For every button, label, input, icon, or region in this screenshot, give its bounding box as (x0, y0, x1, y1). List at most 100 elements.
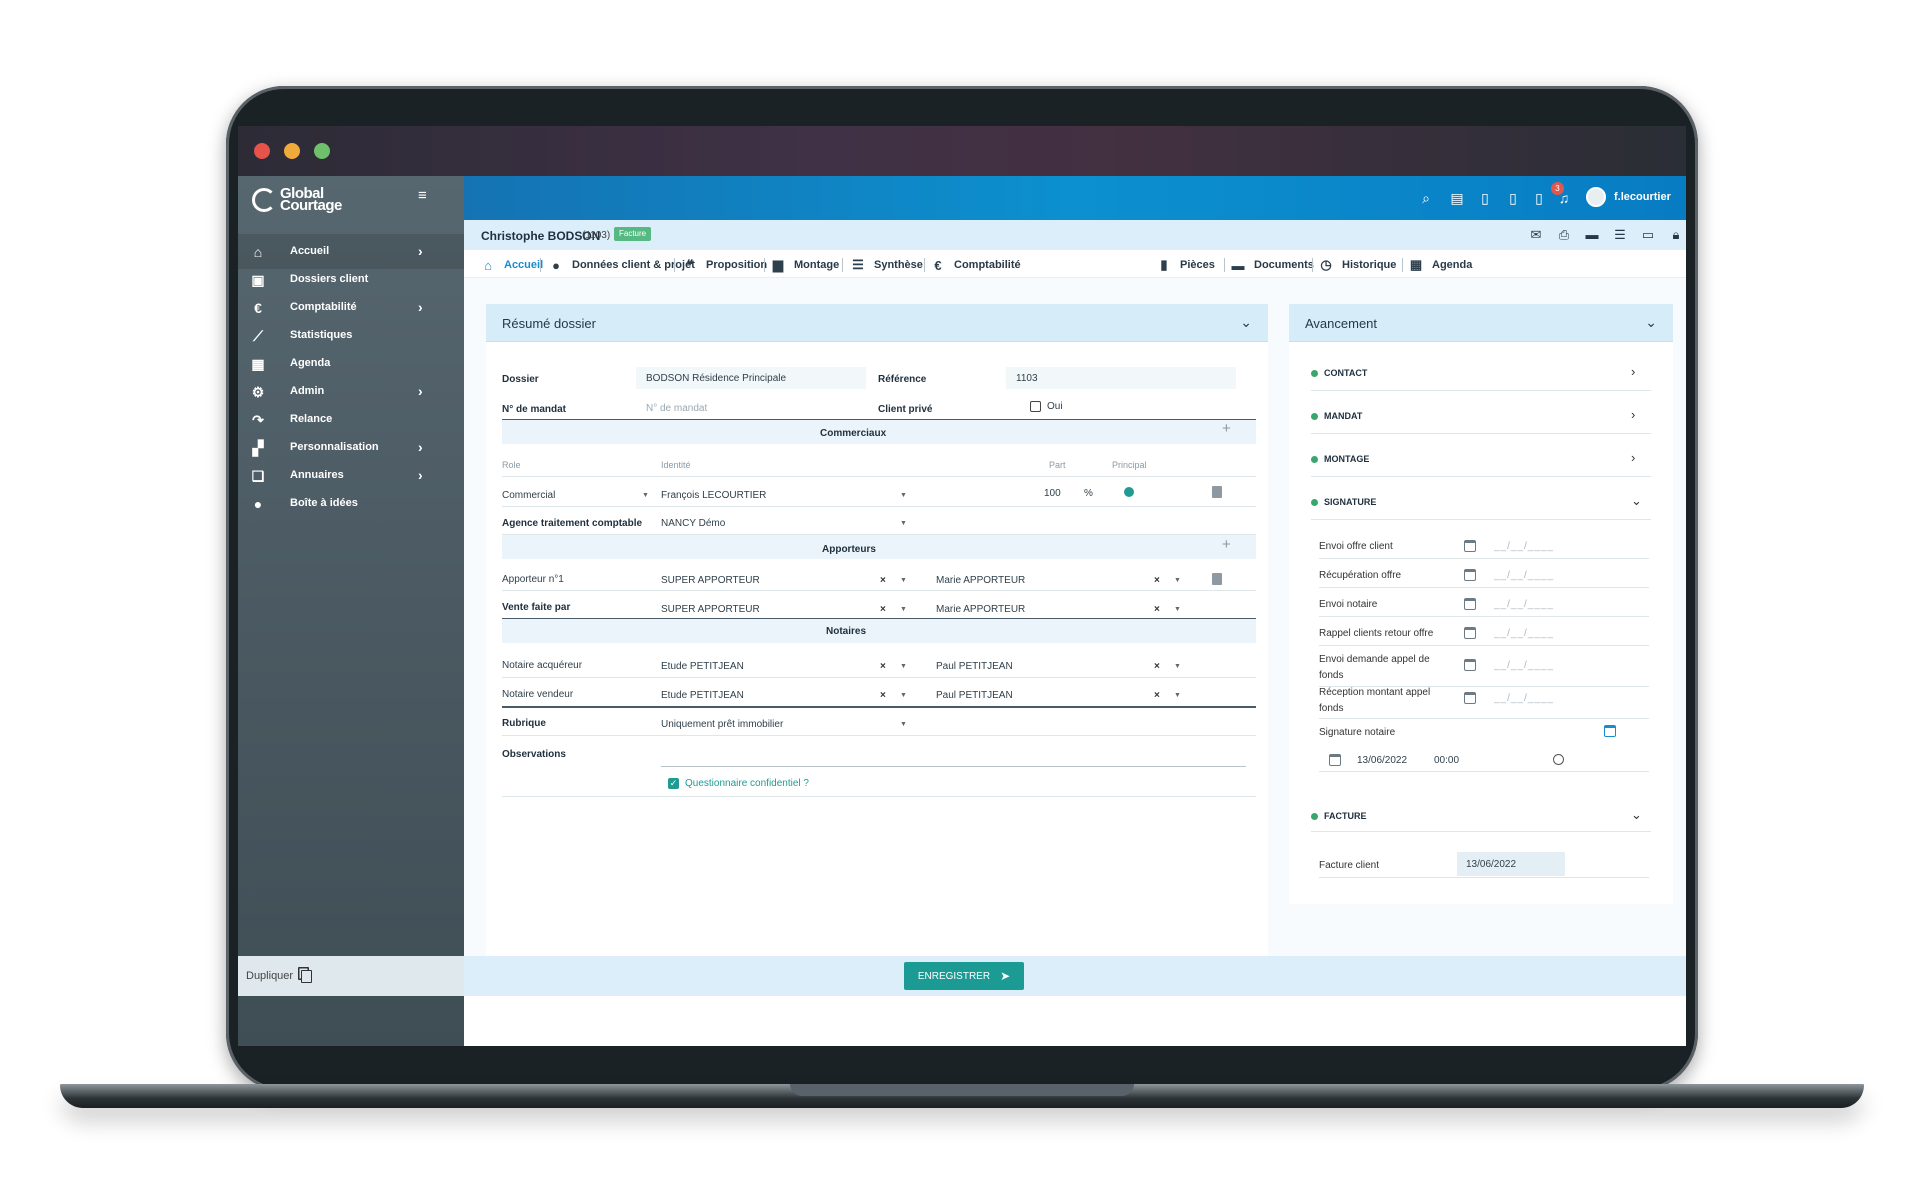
apporteur-1-select[interactable]: SUPER APPORTEUR (661, 575, 760, 586)
clear-icon[interactable]: × (880, 575, 886, 586)
tab-documents[interactable]: ▬ Documents (1230, 256, 1314, 274)
add-commercial-icon[interactable]: + (1222, 420, 1231, 437)
notaire-vendeur-contact-select[interactable]: Paul PETITJEAN (936, 690, 1013, 701)
step-mandat[interactable]: MANDAT › (1311, 407, 1651, 427)
tab-proposition[interactable]: ❝ Proposition (682, 256, 768, 274)
tab-synthese[interactable]: ☰ Synthèse (850, 256, 923, 274)
tab-pieces[interactable]: ▮ Pièces (1156, 256, 1214, 274)
dropdown-caret-icon[interactable]: ▼ (900, 520, 907, 527)
date-input[interactable]: __/__/____ (1494, 541, 1554, 552)
calendar-icon[interactable] (1464, 598, 1476, 610)
tab-donnees-client-projet[interactable]: ● Données client & projet (548, 256, 695, 274)
calculator-icon[interactable]: ▯ (1504, 189, 1522, 207)
trash-icon[interactable] (1212, 573, 1222, 585)
brand-logo[interactable]: Global Courtage (252, 184, 352, 216)
menu-collapse-icon[interactable]: ≡ (418, 188, 434, 203)
signature-notaire-time[interactable]: 00:00 (1434, 755, 1459, 766)
calendar-icon[interactable] (1464, 692, 1476, 704)
reference-field[interactable] (1006, 367, 1236, 389)
tab-historique[interactable]: ◷ Historique (1318, 256, 1396, 274)
clear-icon[interactable]: × (880, 604, 886, 615)
principal-radio[interactable] (1124, 487, 1134, 497)
part-input[interactable]: 100 (1044, 488, 1061, 499)
tab-comptabilite[interactable]: € Comptabilité (930, 256, 1020, 274)
dropdown-caret-icon[interactable]: ▼ (900, 663, 907, 670)
list-icon[interactable]: ☰ (1611, 227, 1629, 243)
save-button[interactable]: ENREGISTRER ➤ (904, 962, 1024, 990)
client-prive-checkbox[interactable] (1030, 401, 1041, 412)
search-icon[interactable]: ⌕ (1417, 189, 1435, 207)
calendar-icon[interactable] (1329, 754, 1341, 766)
date-input[interactable]: __/__/____ (1494, 570, 1554, 581)
print-icon[interactable]: ⎙ (1555, 227, 1573, 243)
avatar[interactable] (1586, 187, 1606, 207)
calendar-icon[interactable] (1604, 725, 1616, 737)
calculator-icon[interactable]: ▯ (1530, 189, 1548, 207)
agence-select[interactable]: NANCY Démo (661, 518, 725, 529)
dropdown-caret-icon[interactable]: ▼ (1174, 606, 1181, 613)
trash-icon[interactable] (1212, 486, 1222, 498)
step-contact[interactable]: CONTACT › (1311, 364, 1651, 384)
calendar-icon[interactable] (1464, 659, 1476, 671)
clear-icon[interactable]: × (1154, 690, 1160, 701)
tab-accueil[interactable]: ⌂ Accueil (480, 256, 543, 274)
date-input[interactable]: __/__/____ (1494, 693, 1554, 704)
window-maximize-button[interactable] (314, 143, 330, 159)
notaire-vendeur-select[interactable]: Etude PETITJEAN (661, 690, 744, 701)
lock-icon[interactable]: 🔒︎ (1667, 227, 1685, 243)
mail-icon[interactable]: ✉ (1527, 227, 1545, 243)
dropdown-caret-icon[interactable]: ▼ (900, 692, 907, 699)
summary-panel-header[interactable]: Résumé dossier ⌄ (486, 304, 1268, 342)
dropdown-caret-icon[interactable]: ▼ (1174, 663, 1181, 670)
dropdown-caret-icon[interactable]: ▼ (900, 606, 907, 613)
step-signature[interactable]: SIGNATURE ⌄ (1311, 493, 1651, 513)
role-select[interactable]: Commercial (502, 490, 555, 501)
questionnaire-checkbox[interactable]: ✓ (668, 778, 679, 789)
calculator-icon[interactable]: ▤ (1448, 189, 1466, 207)
step-montage[interactable]: MONTAGE › (1311, 450, 1651, 470)
username[interactable]: f.lecourtier (1614, 191, 1671, 203)
questionnaire-label[interactable]: Questionnaire confidentiel ? (685, 778, 809, 789)
date-input[interactable]: __/__/____ (1494, 628, 1554, 639)
progress-panel-header[interactable]: Avancement ⌄ (1289, 304, 1673, 342)
clear-icon[interactable]: × (880, 690, 886, 701)
date-input[interactable]: __/__/____ (1494, 660, 1554, 671)
sidebar-item-boite-a-idees[interactable]: ● Boîte à idées (238, 486, 464, 521)
vente-contact-select[interactable]: Marie APPORTEUR (936, 604, 1025, 615)
dropdown-caret-icon[interactable]: ▼ (900, 577, 907, 584)
observations-input[interactable] (661, 766, 1246, 767)
clear-icon[interactable]: × (1154, 661, 1160, 672)
apporteur-1-contact-select[interactable]: Marie APPORTEUR (936, 575, 1025, 586)
signature-notaire-date[interactable]: 13/06/2022 (1357, 755, 1407, 766)
clear-icon[interactable]: × (1154, 604, 1160, 615)
duplicate-button[interactable]: Dupliquer (238, 956, 464, 996)
window-close-button[interactable] (254, 143, 270, 159)
notaire-acquereur-contact-select[interactable]: Paul PETITJEAN (936, 661, 1013, 672)
calendar-icon[interactable] (1464, 540, 1476, 552)
vente-select[interactable]: SUPER APPORTEUR (661, 604, 760, 615)
id-card-icon[interactable]: ▭ (1639, 227, 1657, 243)
clock-icon[interactable] (1553, 754, 1564, 765)
calendar-icon[interactable] (1464, 627, 1476, 639)
window-minimize-button[interactable] (284, 143, 300, 159)
chevron-down-icon[interactable]: ⌄ (1645, 314, 1657, 331)
notaire-acquereur-select[interactable]: Etude PETITJEAN (661, 661, 744, 672)
tab-agenda[interactable]: ▦ Agenda (1408, 256, 1473, 274)
dropdown-caret-icon[interactable]: ▼ (1174, 577, 1181, 584)
add-apporteur-icon[interactable]: + (1222, 536, 1231, 553)
dropdown-caret-icon[interactable]: ▼ (1174, 692, 1181, 699)
chevron-down-icon[interactable]: ⌄ (1240, 314, 1252, 331)
identite-select[interactable]: François LECOURTIER (661, 490, 766, 501)
chat-icon[interactable]: ▬ (1583, 227, 1601, 243)
step-facture[interactable]: FACTURE ⌄ (1311, 807, 1651, 827)
clear-icon[interactable]: × (1154, 575, 1160, 586)
mandat-input[interactable]: N° de mandat (646, 403, 707, 414)
tab-montage[interactable]: ▆ Montage (770, 256, 839, 274)
calculator-icon[interactable]: ▯ (1476, 189, 1494, 207)
rubrique-select[interactable]: Uniquement prêt immobilier (661, 719, 783, 730)
clear-icon[interactable]: × (880, 661, 886, 672)
dropdown-caret-icon[interactable]: ▼ (900, 492, 907, 499)
calendar-icon[interactable] (1464, 569, 1476, 581)
dropdown-caret-icon[interactable]: ▼ (900, 721, 907, 728)
dropdown-caret-icon[interactable]: ▼ (642, 492, 649, 499)
